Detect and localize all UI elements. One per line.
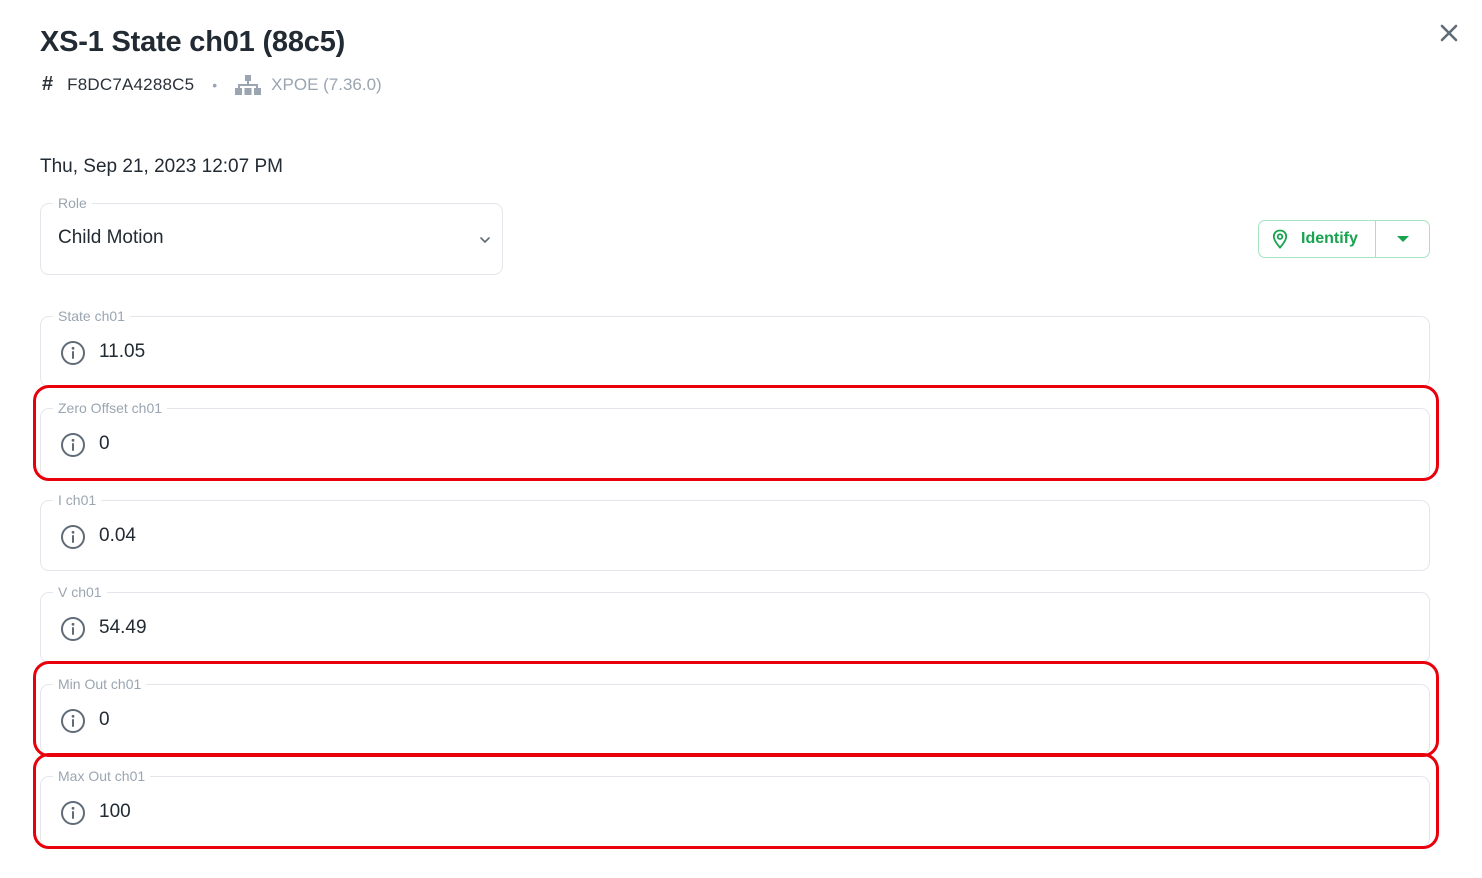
close-icon[interactable] <box>1436 20 1462 46</box>
hash-icon: # <box>42 73 54 95</box>
identify-dropdown-button[interactable] <box>1376 221 1429 257</box>
role-value: Child Motion <box>58 227 164 248</box>
info-icon[interactable] <box>60 616 86 642</box>
serial-number: F8DC7A4288C5 <box>67 74 195 94</box>
field-value: 100 <box>99 801 131 822</box>
firmware-version: XPOE (7.36.0) <box>271 74 382 94</box>
info-icon[interactable] <box>60 708 86 734</box>
readonly-field: State ch01 11.05 <box>40 307 1430 387</box>
field-label: Zero Offset ch01 <box>53 399 168 417</box>
field-label: V ch01 <box>53 583 107 601</box>
field-value: 0 <box>99 433 110 454</box>
field-label: State ch01 <box>53 307 130 325</box>
chevron-down-icon <box>480 237 490 244</box>
role-select[interactable]: Role Child Motion <box>40 194 503 275</box>
field-value: 54.49 <box>99 617 147 638</box>
identify-button[interactable]: Identify <box>1259 221 1376 257</box>
field-label: I ch01 <box>53 491 102 509</box>
readonly-field: V ch01 54.49 <box>40 583 1430 663</box>
readonly-field: Min Out ch01 0 <box>40 675 1430 755</box>
info-icon[interactable] <box>60 800 86 826</box>
info-icon[interactable] <box>60 340 86 366</box>
field-value: 0.04 <box>99 525 136 546</box>
readonly-field: Max Out ch01 100 <box>40 767 1430 847</box>
map-pin-icon <box>1272 229 1288 249</box>
info-icon[interactable] <box>60 432 86 458</box>
info-icon[interactable] <box>60 524 86 550</box>
device-meta: # F8DC7A4288C5 • XPOE (7.36.0) <box>42 73 382 96</box>
identify-split-button: Identify <box>1258 220 1430 258</box>
timestamp: Thu, Sep 21, 2023 12:07 PM <box>40 156 283 177</box>
separator-dot: • <box>212 76 218 93</box>
network-tree-icon <box>235 74 262 95</box>
identify-label: Identify <box>1301 230 1358 247</box>
role-label: Role <box>53 194 92 212</box>
field-value: 11.05 <box>99 341 146 362</box>
readonly-field: I ch01 0.04 <box>40 491 1430 571</box>
field-label: Max Out ch01 <box>53 767 151 785</box>
caret-down-icon <box>1396 236 1409 242</box>
readonly-field: Zero Offset ch01 0 <box>40 399 1430 479</box>
field-label: Min Out ch01 <box>53 675 147 693</box>
field-value: 0 <box>99 709 110 730</box>
page-title: XS-1 State ch01 (88c5) <box>40 26 346 58</box>
